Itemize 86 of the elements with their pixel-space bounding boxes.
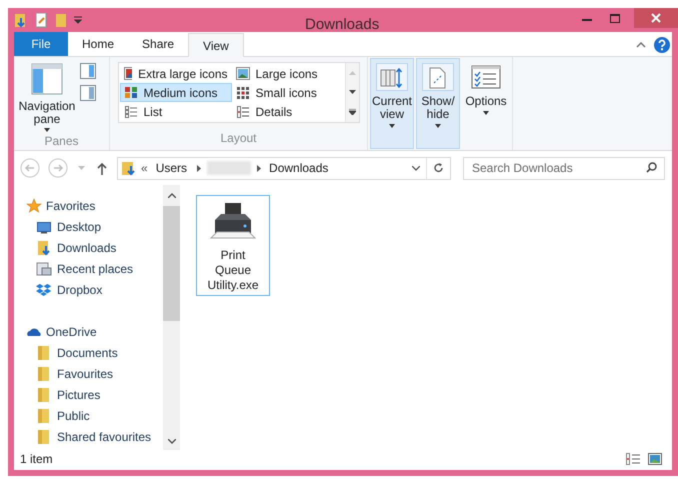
folder-icon xyxy=(36,386,52,402)
properties-icon[interactable] xyxy=(34,12,48,28)
ribbon-tab[interactable]: File xyxy=(14,32,68,56)
layout-option[interactable]: Small icons xyxy=(232,83,344,102)
nav-item[interactable]: Favourites xyxy=(26,363,163,384)
blurred-breadcrumb xyxy=(207,161,252,175)
scroll-up-icon[interactable] xyxy=(168,193,176,198)
dropdown-icon[interactable] xyxy=(412,166,420,170)
navigation-pane-button[interactable]: Navigation pane xyxy=(18,63,76,132)
overflow-chevron[interactable]: « xyxy=(141,159,148,177)
downloads-folder-icon xyxy=(36,240,52,256)
breadcrumb-arrow-icon[interactable] xyxy=(197,164,202,172)
recent-places-icon xyxy=(36,260,52,276)
navigation-pane-label: Navigation pane xyxy=(18,100,76,126)
navigation-pane-icon xyxy=(31,63,63,95)
checklist-icon xyxy=(470,63,502,91)
view-ribbon-button[interactable]: Options xyxy=(462,58,510,149)
nav-item[interactable]: Public xyxy=(26,405,163,426)
ribbon-tab[interactable]: Home xyxy=(68,32,128,56)
close-icon[interactable] xyxy=(651,13,661,23)
details-pane-icon[interactable] xyxy=(80,85,96,101)
details-view-icon xyxy=(236,104,250,118)
view-ribbon-button[interactable]: Show/ hide xyxy=(416,58,460,149)
nav-item[interactable]: Shared favourites xyxy=(26,426,163,447)
file-item[interactable]: Print Queue Utility.exe xyxy=(196,195,270,296)
search-icon[interactable] xyxy=(646,162,657,173)
minimize-icon[interactable] xyxy=(582,18,592,22)
status-text: 1 item xyxy=(20,451,53,468)
folder-icon[interactable] xyxy=(14,12,28,28)
refresh-icon[interactable] xyxy=(433,162,444,174)
folder-icon xyxy=(36,344,52,360)
star-icon xyxy=(26,198,42,214)
nav-group[interactable]: OneDrive xyxy=(26,321,163,342)
nav-item[interactable]: Dropbox xyxy=(26,279,163,300)
nav-item[interactable]: Recent places xyxy=(26,258,163,279)
breadcrumb-arrow-icon[interactable] xyxy=(257,164,262,172)
columns-icon xyxy=(376,63,408,91)
scroll-down-icon[interactable] xyxy=(168,439,176,444)
caret-icon xyxy=(44,128,50,132)
group-label: Panes xyxy=(44,133,79,150)
large-icons-view-icon[interactable] xyxy=(648,453,662,465)
layout-option[interactable]: List xyxy=(120,102,232,121)
caret-icon xyxy=(483,111,489,115)
nav-group[interactable]: Favorites xyxy=(26,195,163,216)
collapse-ribbon-icon[interactable] xyxy=(636,42,646,48)
medium-view-icon xyxy=(124,86,138,100)
layout-option[interactable]: Large icons xyxy=(232,64,344,83)
breadcrumb[interactable]: Users xyxy=(156,159,188,177)
details-view-icon[interactable] xyxy=(626,453,640,465)
layout-option[interactable]: Extra large icons xyxy=(120,64,232,83)
list-view-icon xyxy=(124,104,138,118)
folder-icon xyxy=(36,366,52,382)
window-title: Downloads xyxy=(305,15,380,35)
nav-item[interactable]: Downloads xyxy=(26,237,163,258)
folder-icon xyxy=(36,408,52,424)
downloads-folder-icon xyxy=(121,160,137,176)
scroll-down-icon[interactable] xyxy=(348,90,356,94)
maximize-icon[interactable] xyxy=(610,14,620,23)
scrollbar-thumb[interactable] xyxy=(163,206,180,321)
close-button[interactable] xyxy=(634,8,678,28)
caret-icon xyxy=(389,124,395,128)
small-view-icon xyxy=(236,86,250,100)
expand-gallery-icon[interactable] xyxy=(348,108,356,114)
layout-option[interactable]: Details xyxy=(232,102,344,121)
caret-icon xyxy=(435,124,441,128)
nav-item[interactable]: Pictures xyxy=(26,384,163,405)
ribbon-tab[interactable]: Share xyxy=(128,32,188,56)
address-bar[interactable]: « Users Downloads xyxy=(117,156,451,180)
preview-pane-icon[interactable] xyxy=(80,63,96,79)
up-arrow-icon[interactable] xyxy=(97,162,107,174)
ribbon-tab[interactable]: View xyxy=(188,33,244,57)
group-label: Layout xyxy=(220,130,257,147)
scrollbar[interactable] xyxy=(163,185,180,450)
dropbox-icon xyxy=(36,282,52,298)
view-ribbon-button[interactable]: Current view xyxy=(370,58,414,149)
large-view-icon xyxy=(236,66,250,80)
breadcrumb[interactable]: Downloads xyxy=(269,159,328,177)
xl-view-icon xyxy=(124,66,132,80)
nav-item[interactable]: Documents xyxy=(26,342,163,363)
layout-option[interactable]: Medium icons xyxy=(120,83,232,102)
search-field[interactable]: Search Downloads xyxy=(463,156,665,180)
nav-item[interactable]: Desktop xyxy=(26,216,163,237)
help-icon[interactable] xyxy=(654,37,670,53)
dropdown-icon[interactable] xyxy=(74,16,82,24)
document-icon xyxy=(422,63,454,91)
folder-icon xyxy=(36,428,52,444)
